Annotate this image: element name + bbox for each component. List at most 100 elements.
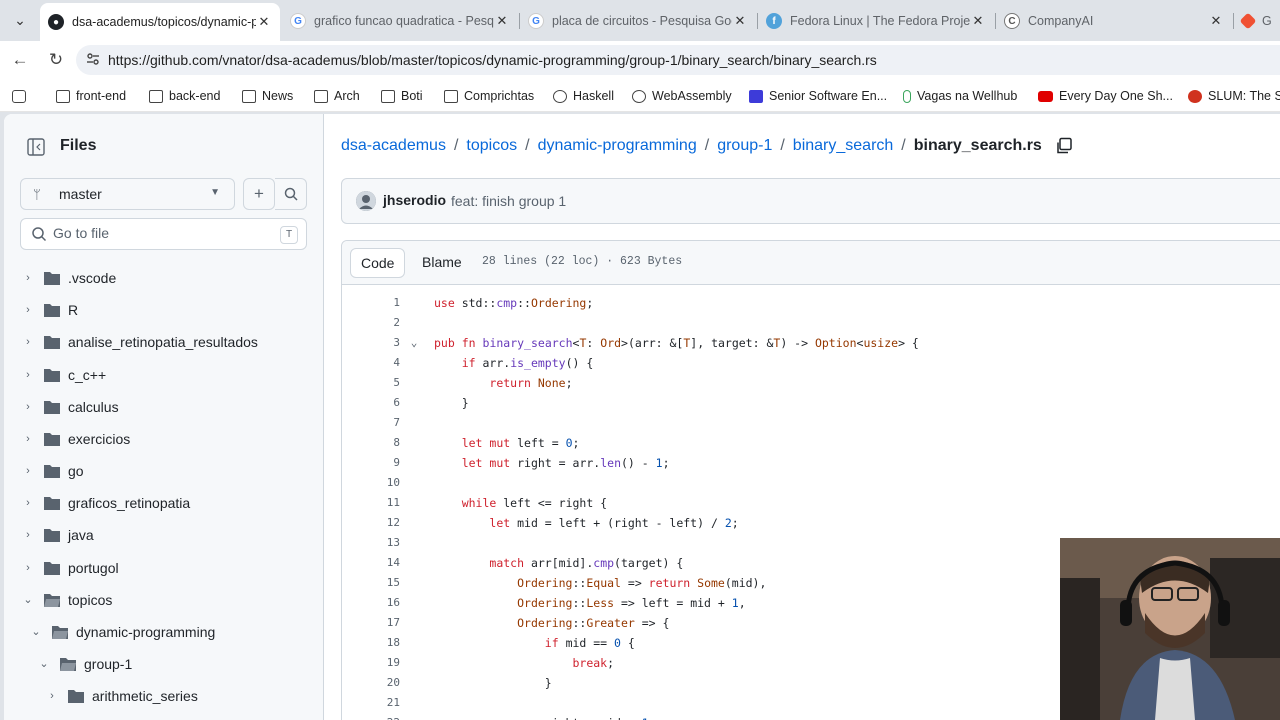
line-number[interactable]: 17 xyxy=(342,613,400,633)
chevron-right-icon[interactable]: › xyxy=(20,560,36,576)
breadcrumb-link[interactable]: binary_search xyxy=(793,137,894,154)
bookmark-wellhub[interactable]: Vagas na Wellhub xyxy=(903,87,1017,105)
sidebar-collapse-icon[interactable] xyxy=(20,134,52,160)
tree-item-r[interactable]: › R xyxy=(4,295,323,325)
close-tab-icon[interactable]: ✕ xyxy=(494,13,510,29)
tree-item-java[interactable]: › java xyxy=(4,520,323,550)
chevron-down-icon[interactable]: ⌄ xyxy=(28,624,44,640)
site-info-icon[interactable] xyxy=(86,52,100,66)
bookmark-folder-back-end[interactable]: back-end xyxy=(149,87,220,105)
chevron-down-icon[interactable]: ⌄ xyxy=(36,656,52,672)
tree-item-analise[interactable]: › analise_retinopatia_resultados xyxy=(4,327,323,357)
line-number[interactable]: 13 xyxy=(342,533,400,553)
close-tab-icon[interactable]: ✕ xyxy=(1208,13,1224,29)
branch-selector[interactable]: ᛘ master ▼ xyxy=(20,178,235,210)
line-number[interactable]: 2 xyxy=(342,313,400,333)
breadcrumb-link[interactable]: topicos xyxy=(466,137,517,154)
bookmark-webassembly[interactable]: WebAssembly xyxy=(632,87,732,105)
tree-item-c-cpp[interactable]: › c_c++ xyxy=(4,360,323,390)
line-number[interactable]: 9 xyxy=(342,453,400,473)
chevron-right-icon[interactable]: › xyxy=(20,399,36,415)
tree-item-calculus[interactable]: › calculus xyxy=(4,392,323,422)
tab-companyai[interactable]: C CompanyAI ✕ xyxy=(996,6,1232,36)
line-number[interactable]: 12 xyxy=(342,513,400,533)
tree-item-label: graficos_retinopatia xyxy=(68,495,191,511)
line-number[interactable]: 22 xyxy=(342,713,400,720)
bookmark-haskell[interactable]: Haskell xyxy=(553,87,614,105)
chevron-right-icon[interactable]: › xyxy=(20,527,36,543)
address-bar[interactable]: https://github.com/vnator/dsa-academus/b… xyxy=(76,45,1280,75)
line-number[interactable]: 14 xyxy=(342,553,400,573)
tab-git[interactable]: Git xyxy=(1234,6,1280,36)
bookmark-manager[interactable] xyxy=(12,87,32,105)
line-number[interactable]: 16 xyxy=(342,593,400,613)
breadcrumb-link[interactable]: group-1 xyxy=(717,137,772,154)
tree-item-dynamic-programming[interactable]: ⌄ dynamic-programming xyxy=(4,617,323,647)
breadcrumb-repo-link[interactable]: dsa-academus xyxy=(341,137,446,154)
code-tab[interactable]: Code xyxy=(350,248,406,278)
folder-open-icon xyxy=(52,626,68,639)
line-number[interactable]: 7 xyxy=(342,413,400,433)
bookmark-folder-comprichtas[interactable]: Comprichtas xyxy=(444,87,534,105)
line-number[interactable]: 19 xyxy=(342,653,400,673)
chevron-right-icon[interactable]: › xyxy=(20,431,36,447)
chevron-right-icon[interactable]: › xyxy=(20,367,36,383)
back-arrow-icon[interactable]: ← xyxy=(8,48,32,72)
line-number[interactable]: 6 xyxy=(342,393,400,413)
line-number[interactable]: 4 xyxy=(342,353,400,373)
url-text[interactable]: https://github.com/vnator/dsa-academus/b… xyxy=(108,52,877,68)
tree-item-graficos[interactable]: › graficos_retinopatia xyxy=(4,488,323,518)
bookmark-folder-boti[interactable]: Boti xyxy=(381,87,423,105)
tab-github[interactable]: ● dsa-academus/topicos/dynamic-p ✕ xyxy=(40,3,280,41)
line-number[interactable]: 18 xyxy=(342,633,400,653)
go-to-file-field[interactable]: T xyxy=(20,218,307,250)
tree-item-go[interactable]: › go xyxy=(4,456,323,486)
chevron-right-icon[interactable]: › xyxy=(20,463,36,479)
bookmark-folder-news[interactable]: News xyxy=(242,87,293,105)
close-tab-icon[interactable]: ✕ xyxy=(732,13,748,29)
tree-item-vscode[interactable]: › .vscode xyxy=(4,263,323,293)
tree-item-exercicios[interactable]: › exercicios xyxy=(4,424,323,454)
tab-google-quadratica[interactable]: G grafico funcao quadratica - Pesqu ✕ xyxy=(282,6,518,36)
tab-google-circuitos[interactable]: G placa de circuitos - Pesquisa Goog ✕ xyxy=(520,6,756,36)
line-number[interactable]: 3 xyxy=(342,333,400,353)
chevron-right-icon[interactable]: › xyxy=(44,688,60,704)
line-number[interactable]: 10 xyxy=(342,473,400,493)
line-number[interactable]: 1 xyxy=(342,293,400,313)
tree-item-topicos[interactable]: ⌄ topicos xyxy=(4,585,323,615)
line-number[interactable]: 20 xyxy=(342,673,400,693)
search-code-button[interactable] xyxy=(275,178,307,210)
chevron-right-icon[interactable]: › xyxy=(20,302,36,318)
line-number[interactable]: 15 xyxy=(342,573,400,593)
blame-tab[interactable]: Blame xyxy=(412,248,472,278)
close-tab-icon[interactable]: ✕ xyxy=(256,14,272,30)
bookmark-slum[interactable]: SLUM: The Sl xyxy=(1188,87,1280,105)
bookmark-every-day[interactable]: Every Day One Sh... xyxy=(1038,87,1173,105)
line-number[interactable]: 8 xyxy=(342,433,400,453)
tree-item-portugol[interactable]: › portugol xyxy=(4,553,323,583)
chevron-right-icon[interactable]: › xyxy=(20,495,36,511)
go-to-file-input[interactable] xyxy=(53,225,253,241)
add-file-button[interactable]: + xyxy=(243,178,275,210)
reload-icon[interactable]: ↻ xyxy=(44,48,68,72)
bookmark-senior-software[interactable]: Senior Software En... xyxy=(749,87,887,105)
line-number[interactable]: 21 xyxy=(342,693,400,713)
bookmark-folder-front-end[interactable]: front-end xyxy=(56,87,126,105)
tab-search-chevron-icon[interactable]: ⌄ xyxy=(8,8,32,32)
fold-chevron-icon[interactable]: ⌄ xyxy=(408,333,420,353)
chevron-right-icon[interactable]: › xyxy=(20,334,36,350)
tree-item-group-1[interactable]: ⌄ group-1 xyxy=(4,649,323,679)
chevron-down-icon[interactable]: ⌄ xyxy=(20,592,36,608)
tab-fedora[interactable]: f Fedora Linux | The Fedora Project ✕ xyxy=(758,6,994,36)
tree-item-arithmetic-series[interactable]: › arithmetic_series xyxy=(4,681,323,711)
close-tab-icon[interactable]: ✕ xyxy=(970,13,986,29)
breadcrumb-link[interactable]: dynamic-programming xyxy=(538,137,697,154)
bookmark-folder-arch[interactable]: Arch xyxy=(314,87,360,105)
chevron-right-icon[interactable]: › xyxy=(20,270,36,286)
commit-message-link[interactable]: feat: finish group 1 xyxy=(451,193,566,209)
commit-author-link[interactable]: jhserodio xyxy=(383,192,446,208)
avatar[interactable] xyxy=(356,191,376,211)
line-number[interactable]: 5 xyxy=(342,373,400,393)
line-number[interactable]: 11 xyxy=(342,493,400,513)
copy-path-icon[interactable] xyxy=(1055,137,1073,155)
